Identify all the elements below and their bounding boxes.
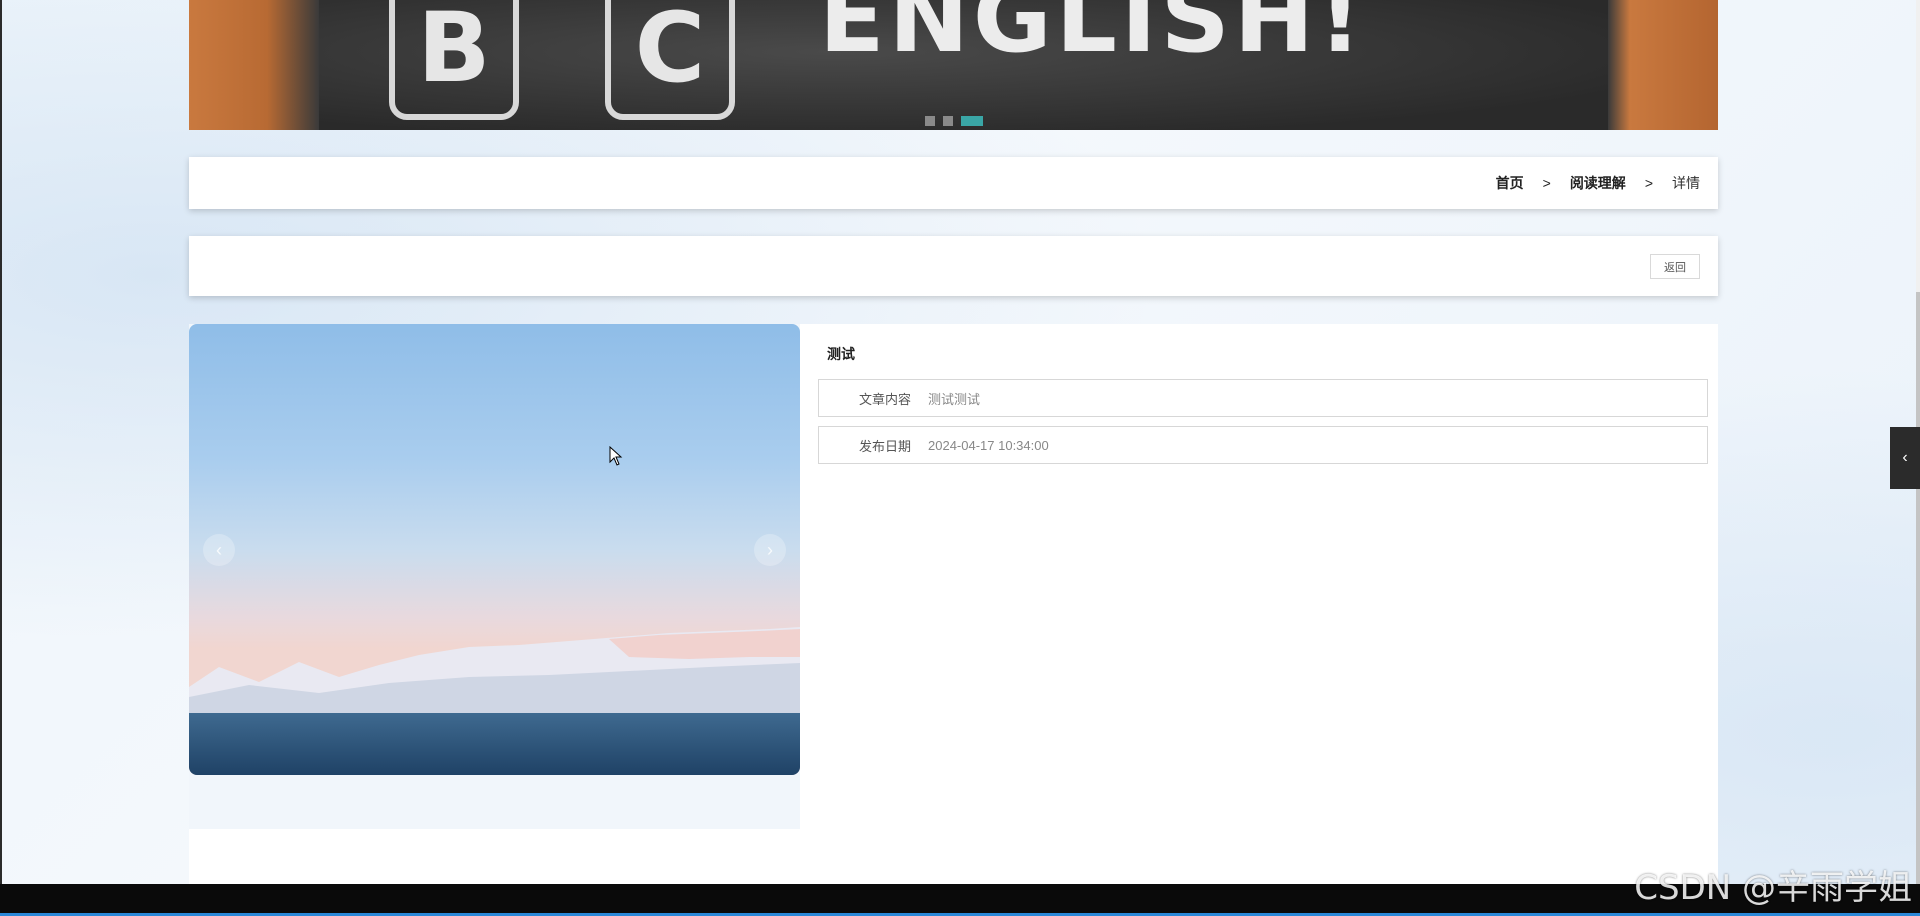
- chevron-right-icon: ›: [767, 539, 773, 560]
- chevron-left-icon: ‹: [1902, 449, 1908, 466]
- mountain-landscape: [189, 627, 800, 717]
- banner-wood-right: [1608, 0, 1718, 130]
- carousel-dot-2[interactable]: [943, 116, 953, 126]
- watermark: CSDN @辛雨学姐: [1634, 868, 1912, 908]
- detail-panel: ‹ › 测试 文章内容 测试测试 发布日期 2024-04-17 10:34:0…: [189, 324, 1718, 884]
- banner-letter-b: B: [389, 0, 519, 120]
- carousel-prev-button[interactable]: ‹: [203, 534, 235, 566]
- breadcrumb: 首页 > 阅读理解 > 详情: [189, 157, 1718, 209]
- banner-wood-left: [189, 0, 319, 130]
- banner-word: ENGLISH!: [819, 0, 1366, 74]
- scrollbar-thumb[interactable]: [1916, 292, 1920, 884]
- gallery-column: ‹ ›: [189, 324, 800, 829]
- banner-letter-c: C: [605, 0, 735, 120]
- breadcrumb-home[interactable]: 首页: [1496, 173, 1524, 193]
- breadcrumb-reading[interactable]: 阅读理解: [1570, 173, 1626, 193]
- left-edge: [0, 0, 2, 884]
- carousel-indicators: [925, 116, 983, 126]
- side-toggle-tab[interactable]: ‹: [1890, 427, 1920, 489]
- article-title: 测试: [827, 346, 855, 362]
- breadcrumb-current: 详情: [1672, 175, 1700, 191]
- sea: [189, 713, 800, 775]
- article-image-carousel[interactable]: ‹ ›: [189, 324, 800, 775]
- back-button[interactable]: 返回: [1650, 254, 1700, 279]
- taskbar: [0, 884, 1920, 916]
- field-label: 文章内容: [858, 391, 911, 407]
- field-row-content: 文章内容 测试测试: [818, 379, 1708, 417]
- carousel-next-button[interactable]: ›: [754, 534, 786, 566]
- chevron-left-icon: ‹: [216, 539, 222, 560]
- field-value: 测试测试: [928, 391, 981, 407]
- action-bar: 返回: [189, 236, 1718, 296]
- field-value: 2024-04-17 10:34:00: [928, 437, 1049, 453]
- field-row-date: 发布日期 2024-04-17 10:34:00: [818, 426, 1708, 464]
- breadcrumb-separator: >: [1542, 175, 1551, 191]
- carousel-dot-3-active[interactable]: [961, 116, 983, 126]
- breadcrumb-separator: >: [1644, 175, 1653, 191]
- mouse-cursor-icon: [609, 446, 623, 466]
- field-label: 发布日期: [858, 438, 911, 454]
- hero-banner: B C ENGLISH!: [189, 0, 1718, 130]
- carousel-dot-1[interactable]: [925, 116, 935, 126]
